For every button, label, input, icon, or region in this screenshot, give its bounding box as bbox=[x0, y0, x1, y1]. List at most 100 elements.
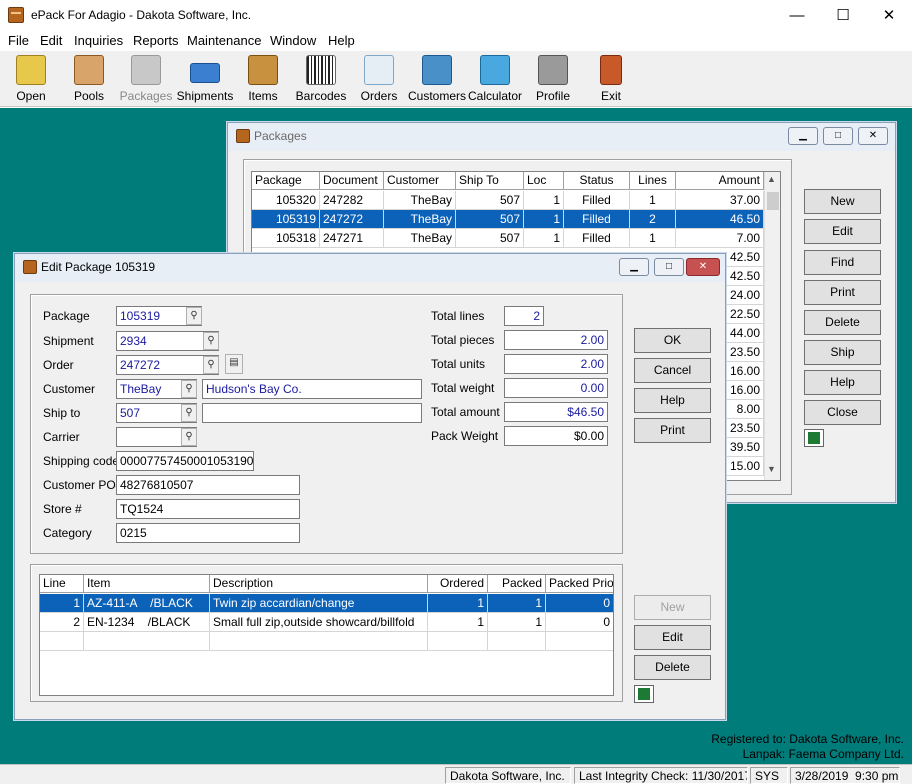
toolbar-items-button[interactable]: Items bbox=[234, 51, 292, 107]
menu-help[interactable]: Help bbox=[328, 33, 355, 48]
package-lines-table[interactable]: Line Item Description Ordered Packed Pac… bbox=[39, 574, 614, 696]
packages-close-icon[interactable]: ✕ bbox=[858, 127, 888, 145]
table-cell[interactable]: 1 bbox=[630, 191, 676, 210]
pack-weight-field[interactable]: $0.00 bbox=[504, 426, 608, 446]
excel-export-icon[interactable] bbox=[634, 685, 654, 703]
toolbar-barcodes-button[interactable]: Barcodes bbox=[292, 51, 350, 107]
table-cell[interactable]: 1 bbox=[428, 594, 488, 613]
menu-edit[interactable]: Edit bbox=[40, 33, 62, 48]
empty-cell[interactable] bbox=[210, 632, 428, 651]
col-line[interactable]: Line bbox=[40, 575, 84, 593]
col-description[interactable]: Description bbox=[210, 575, 428, 593]
menu-window[interactable]: Window bbox=[270, 33, 316, 48]
table-row-selected[interactable]: 1 bbox=[40, 594, 84, 613]
table-cell[interactable]: TheBay bbox=[384, 191, 456, 210]
table-cell[interactable]: 1 bbox=[524, 210, 564, 229]
toolbar-orders-button[interactable]: Orders bbox=[350, 51, 408, 107]
table-cell[interactable]: 507 bbox=[456, 229, 524, 248]
table-cell[interactable]: TheBay bbox=[384, 229, 456, 248]
toolbar-shipments-button[interactable]: Shipments bbox=[176, 51, 234, 107]
table-cell[interactable]: Filled bbox=[564, 210, 630, 229]
table-cell[interactable]: 46.50 bbox=[676, 210, 764, 229]
table-cell[interactable]: 1 bbox=[524, 229, 564, 248]
search-icon[interactable]: ⚲ bbox=[181, 428, 197, 446]
table-cell[interactable]: 1 bbox=[428, 613, 488, 632]
table-cell[interactable]: 1 bbox=[488, 594, 546, 613]
table-cell[interactable]: Twin zip accardian/change bbox=[210, 594, 428, 613]
table-cell[interactable]: 247271 bbox=[320, 229, 384, 248]
col-loc[interactable]: Loc bbox=[524, 172, 564, 190]
table-cell[interactable]: 507 bbox=[456, 191, 524, 210]
table-cell[interactable]: EN-1234 /BLACK bbox=[84, 613, 210, 632]
lines-edit-button[interactable]: Edit bbox=[634, 625, 711, 650]
scrollbar-thumb[interactable] bbox=[767, 192, 779, 210]
packages-scrollbar[interactable]: ▲ ▼ bbox=[764, 172, 780, 480]
table-cell[interactable]: 7.00 bbox=[676, 229, 764, 248]
toolbar-packages-button[interactable]: Packages bbox=[117, 51, 175, 107]
lines-new-button[interactable]: New bbox=[634, 595, 711, 620]
empty-cell[interactable] bbox=[488, 632, 546, 651]
table-cell[interactable]: TheBay bbox=[384, 210, 456, 229]
table-row[interactable]: 105318 bbox=[252, 229, 320, 248]
table-cell[interactable]: 247282 bbox=[320, 191, 384, 210]
packages-restore-icon[interactable]: □ bbox=[823, 127, 853, 145]
packages-close-button[interactable]: Close bbox=[804, 400, 881, 425]
document-icon[interactable]: ▤ bbox=[225, 354, 243, 374]
table-cell[interactable]: AZ-411-A /BLACK bbox=[84, 594, 210, 613]
edit-restore-icon[interactable]: □ bbox=[654, 258, 684, 276]
table-row-selected[interactable]: 105319 bbox=[252, 210, 320, 229]
table-cell[interactable]: Filled bbox=[564, 191, 630, 210]
help-button[interactable]: Help bbox=[634, 388, 711, 413]
empty-cell[interactable] bbox=[546, 632, 613, 651]
empty-cell[interactable] bbox=[428, 632, 488, 651]
toolbar-customers-button[interactable]: Customers bbox=[408, 51, 466, 107]
store-field[interactable]: TQ1524 bbox=[116, 499, 300, 519]
table-cell[interactable]: Filled bbox=[564, 229, 630, 248]
col-shipto[interactable]: Ship To bbox=[456, 172, 524, 190]
search-icon[interactable]: ⚲ bbox=[203, 332, 219, 350]
col-amount[interactable]: Amount bbox=[676, 172, 764, 190]
col-package[interactable]: Package bbox=[252, 172, 320, 190]
col-ordered[interactable]: Ordered bbox=[428, 575, 488, 593]
packages-delete-button[interactable]: Delete bbox=[804, 310, 881, 335]
col-packed-prior[interactable]: Packed Prior bbox=[546, 575, 613, 593]
empty-cell[interactable] bbox=[84, 632, 210, 651]
category-field[interactable]: 0215 bbox=[116, 523, 300, 543]
table-cell[interactable]: 2 bbox=[630, 210, 676, 229]
menu-inquiries[interactable]: Inquiries bbox=[74, 33, 123, 48]
toolbar-exit-button[interactable]: Exit bbox=[582, 51, 640, 107]
scroll-down-icon[interactable]: ▼ bbox=[767, 464, 776, 474]
packages-new-button[interactable]: New bbox=[804, 189, 881, 214]
col-status[interactable]: Status bbox=[564, 172, 630, 190]
edit-close-icon[interactable]: ✕ bbox=[686, 258, 720, 276]
packages-find-button[interactable]: Find bbox=[804, 250, 881, 275]
toolbar-profile-button[interactable]: Profile bbox=[524, 51, 582, 107]
lines-delete-button[interactable]: Delete bbox=[634, 655, 711, 680]
table-cell[interactable]: 507 bbox=[456, 210, 524, 229]
ok-button[interactable]: OK bbox=[634, 328, 711, 353]
col-customer[interactable]: Customer bbox=[384, 172, 456, 190]
excel-export-icon[interactable] bbox=[804, 429, 824, 447]
toolbar-pools-button[interactable]: Pools bbox=[60, 51, 118, 107]
scroll-up-icon[interactable]: ▲ bbox=[767, 174, 776, 184]
table-cell[interactable]: 247272 bbox=[320, 210, 384, 229]
col-packed[interactable]: Packed bbox=[488, 575, 546, 593]
search-icon[interactable]: ⚲ bbox=[203, 356, 219, 374]
packages-edit-button[interactable]: Edit bbox=[804, 219, 881, 244]
toolbar-calculator-button[interactable]: Calculator bbox=[466, 51, 524, 107]
table-cell[interactable]: Small full zip,outside showcard/billfold bbox=[210, 613, 428, 632]
search-icon[interactable]: ⚲ bbox=[186, 307, 202, 325]
table-cell[interactable]: 1 bbox=[524, 191, 564, 210]
col-document[interactable]: Document bbox=[320, 172, 384, 190]
customer-po-field[interactable]: 48276810507 bbox=[116, 475, 300, 495]
col-lines[interactable]: Lines bbox=[630, 172, 676, 190]
print-button[interactable]: Print bbox=[634, 418, 711, 443]
menu-file[interactable]: File bbox=[8, 33, 29, 48]
shipping-code-field[interactable]: 00007757450001053190 bbox=[116, 451, 254, 471]
packages-help-button[interactable]: Help bbox=[804, 370, 881, 395]
table-cell[interactable]: 0 bbox=[546, 613, 613, 632]
table-cell[interactable]: 1 bbox=[630, 229, 676, 248]
toolbar-open-button[interactable]: Open bbox=[2, 51, 60, 107]
table-row[interactable]: 2 bbox=[40, 613, 84, 632]
customer-name-field[interactable]: Hudson's Bay Co. bbox=[202, 379, 422, 399]
